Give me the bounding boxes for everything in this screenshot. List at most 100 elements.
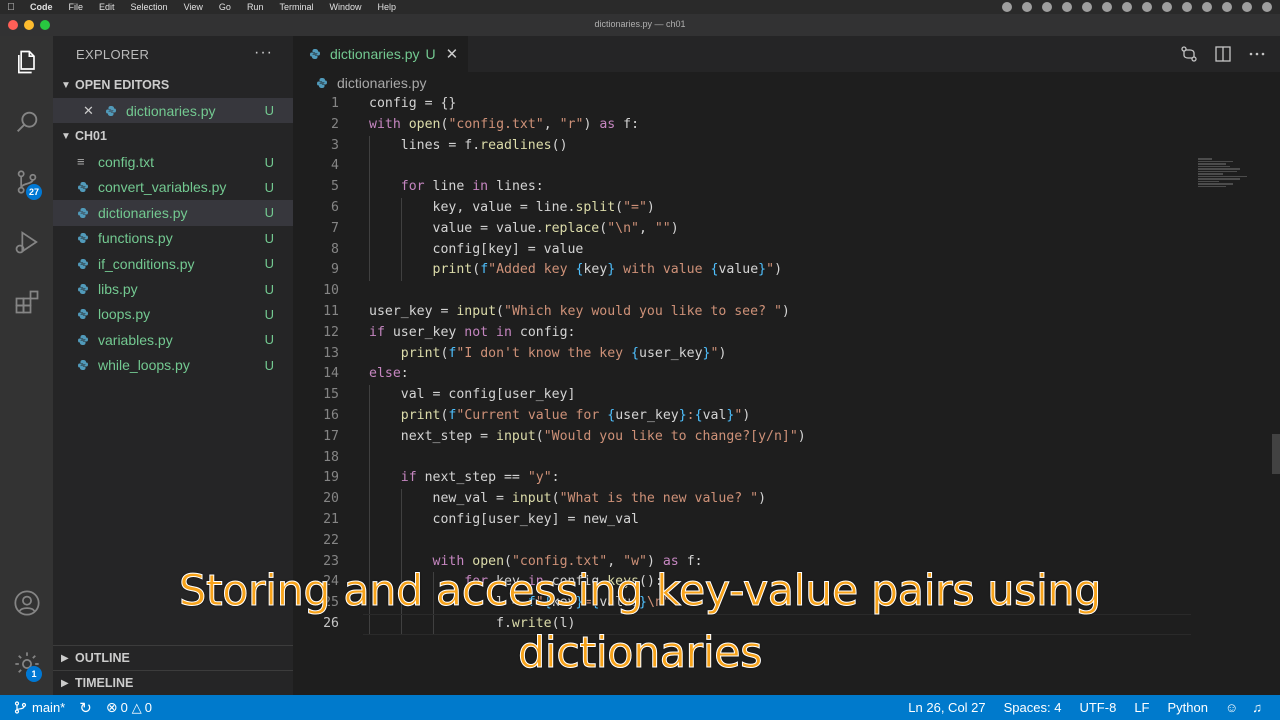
breadcrumb[interactable]: dictionaries.py (293, 72, 1280, 94)
tab-dictionaries[interactable]: dictionaries.py U ✕ (293, 36, 469, 72)
file-item-dictionaries[interactable]: dictionaries.py U (53, 200, 293, 226)
end-of-line[interactable]: LF (1125, 700, 1158, 715)
cloud-icon[interactable] (1062, 2, 1072, 12)
close-icon[interactable]: ✕ (83, 103, 97, 119)
line-number: 12 (323, 324, 339, 340)
battery-icon[interactable] (1202, 2, 1212, 12)
branch-indicator[interactable]: main* (0, 700, 72, 715)
encoding[interactable]: UTF-8 (1070, 700, 1125, 715)
code-line[interactable]: 22 (293, 531, 1193, 552)
python-file-icon (310, 49, 320, 59)
vertical-scrollbar[interactable] (1272, 434, 1280, 474)
code-text: print(f"I don't know the key {user_key}"… (400, 345, 727, 361)
code-line[interactable]: 1 config = {} (293, 94, 1193, 115)
code-line[interactable]: 19 if next_step == "y": (293, 468, 1193, 489)
code-line[interactable]: 8 config[key] = value (293, 240, 1193, 261)
code-line[interactable]: 11 user_key = input("Which key would you … (293, 302, 1193, 323)
file-item-if-conditions[interactable]: if_conditions.py U (53, 251, 293, 276)
sync-button[interactable]: ↻ (72, 699, 99, 717)
code-line[interactable]: 6 key, value = line.split("=") (293, 198, 1193, 219)
more-actions-icon[interactable]: ··· (254, 44, 273, 62)
record-icon[interactable] (1002, 2, 1012, 12)
menu-file[interactable]: File (61, 2, 92, 12)
menu-view[interactable]: View (176, 2, 211, 12)
code-line[interactable]: 13 print(f"I don't know the key {user_ke… (293, 344, 1193, 365)
code-line[interactable]: 4 (293, 156, 1193, 177)
code-line[interactable]: 20 new_val = input("What is the new valu… (293, 489, 1193, 510)
control-center-icon[interactable] (1262, 2, 1272, 12)
apple-icon[interactable]:  (0, 2, 22, 13)
file-name: convert_variables.py (98, 179, 227, 196)
wifi-icon[interactable] (1222, 2, 1232, 12)
code-line[interactable]: 14 else: (293, 364, 1193, 385)
menu-app[interactable]: Code (22, 2, 61, 12)
code-line[interactable]: 2 with open("config.txt", "r") as f: (293, 115, 1193, 136)
bluetooth-icon[interactable] (1182, 2, 1192, 12)
file-item-libs[interactable]: libs.py U (53, 276, 293, 301)
split-editor-icon[interactable] (1214, 45, 1232, 63)
extensions-button[interactable] (0, 278, 53, 326)
code-text: new_val = input("What is the new value? … (369, 491, 767, 507)
file-item-convert-variables[interactable]: convert_variables.py U (53, 175, 293, 200)
file-item-functions[interactable]: functions.py U (53, 226, 293, 251)
status-bar: main* ↻ ⊗ 0 △ 0 Ln 26, Col 27 Spaces: 4 … (0, 695, 1280, 720)
indentation[interactable]: Spaces: 4 (995, 700, 1071, 715)
line-number: 4 (331, 158, 339, 174)
code-line[interactable]: 9 print(f"Added key {key} with value {va… (293, 260, 1193, 281)
files-icon (17, 50, 35, 74)
language-mode[interactable]: Python (1158, 700, 1216, 715)
minimap[interactable] (1198, 158, 1268, 198)
file-item-while-loops[interactable]: while_loops.py U (53, 353, 293, 378)
file-item-loops[interactable]: loops.py U (53, 302, 293, 327)
line-number: 1 (331, 96, 339, 111)
menu-run[interactable]: Run (239, 2, 272, 12)
code-line[interactable]: 5 for line in lines: (293, 177, 1193, 198)
search-icon (16, 111, 37, 132)
menu-edit[interactable]: Edit (91, 2, 123, 12)
run-debug-button[interactable] (0, 218, 53, 266)
open-editors-section[interactable]: ▼ OPEN EDITORS (53, 72, 293, 98)
code-text: for line in lines: (400, 179, 544, 195)
folder-section-ch01[interactable]: ▼ CH01 (53, 123, 293, 149)
code-line[interactable]: 10 (293, 281, 1193, 302)
code-line[interactable]: 17 next_step = input("Would you like to … (293, 427, 1193, 448)
explorer-button[interactable] (0, 38, 53, 86)
problems-indicator[interactable]: ⊗ 0 △ 0 (99, 699, 159, 716)
volume-icon[interactable] (1162, 2, 1172, 12)
menu-selection[interactable]: Selection (123, 2, 176, 12)
menu-help[interactable]: Help (369, 2, 404, 12)
code-line[interactable]: 7 value = value.replace("\n", "") (293, 219, 1193, 240)
code-line[interactable]: 16 print(f"Current value for {user_key}:… (293, 406, 1193, 427)
open-editor-name: dictionaries.py (126, 102, 216, 119)
menu-window[interactable]: Window (321, 2, 369, 12)
code-line[interactable]: 3 lines = f.readlines() (293, 136, 1193, 157)
file-name: libs.py (98, 281, 138, 298)
open-changes-icon[interactable] (1180, 45, 1198, 63)
git-status-badge: U (264, 332, 274, 348)
notifications-bell-icon[interactable]: ♫ (1246, 700, 1268, 715)
code-text: with open("config.txt", "r") as f: (369, 116, 640, 132)
code-line[interactable]: 18 (293, 448, 1193, 469)
file-item-variables[interactable]: variables.py U (53, 327, 293, 352)
cursor-position[interactable]: Ln 26, Col 27 (899, 700, 994, 715)
menu-terminal[interactable]: Terminal (271, 2, 321, 12)
feedback-icon[interactable]: ☺ (1217, 700, 1246, 715)
code-line[interactable]: 21 config[user_key] = new_val (293, 510, 1193, 531)
tray-icon[interactable] (1082, 2, 1092, 12)
menu-go[interactable]: Go (211, 2, 239, 12)
source-control-button[interactable]: 27 (0, 158, 53, 206)
search-button[interactable] (0, 98, 53, 146)
file-item-config-txt[interactable]: ≡ config.txt U (53, 149, 293, 174)
python-file-icon (78, 309, 88, 320)
play-icon[interactable] (1142, 2, 1152, 12)
tray-icon[interactable] (1102, 2, 1112, 12)
open-editor-item[interactable]: ✕ dictionaries.py U (53, 98, 293, 124)
telegram-icon[interactable] (1042, 2, 1052, 12)
spotlight-icon[interactable] (1242, 2, 1252, 12)
tray-icon[interactable] (1122, 2, 1132, 12)
code-line[interactable]: 15 val = config[user_key] (293, 385, 1193, 406)
more-actions-icon[interactable] (1248, 45, 1266, 63)
code-line[interactable]: 12 if user_key not in config: (293, 323, 1193, 344)
close-icon[interactable]: ✕ (446, 45, 459, 63)
app-tray-icon[interactable] (1022, 2, 1032, 12)
